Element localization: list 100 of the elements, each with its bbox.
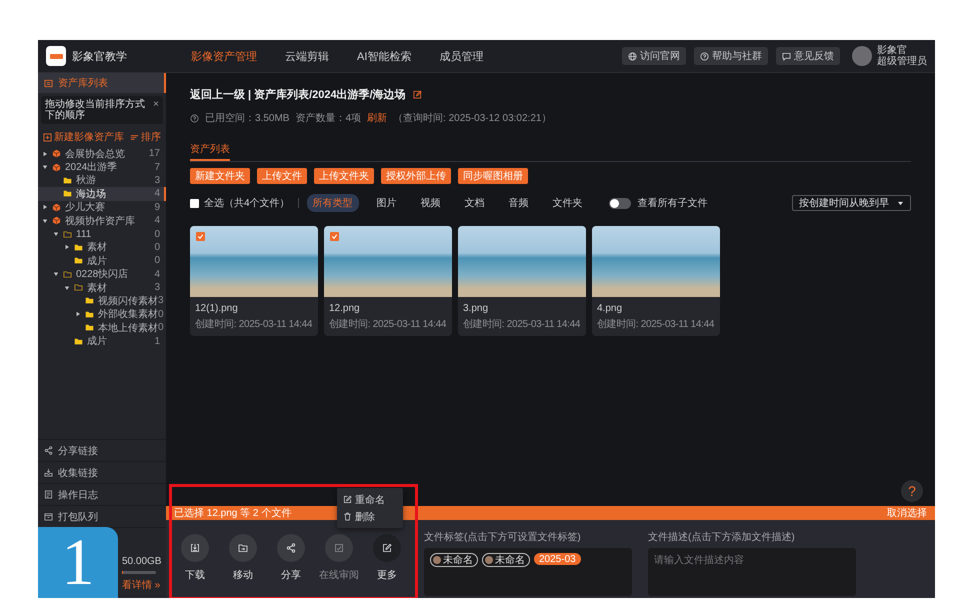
- caret-icon[interactable]: [42, 150, 48, 157]
- caret-icon[interactable]: [64, 284, 70, 291]
- caret-icon[interactable]: [42, 204, 48, 210]
- sidebar-menu-item[interactable]: 操作日志: [38, 483, 166, 505]
- help-button[interactable]: ?: [901, 480, 923, 502]
- tree-item[interactable]: 秋游 3: [38, 174, 166, 188]
- cube-icon: [52, 202, 61, 212]
- tree-item[interactable]: 海边场 4: [38, 187, 166, 201]
- download-button[interactable]: 下载: [178, 534, 212, 582]
- nav-tab[interactable]: 影像资产管理: [191, 48, 257, 64]
- used-space: 已用空间：3.50MB: [205, 112, 290, 125]
- description-title: 文件描述(点击下方添加文件描述): [648, 530, 796, 544]
- file-date: 创建时间: 2025-03-11 14:44: [195, 318, 312, 331]
- item-count: 0: [154, 255, 160, 266]
- checkbox[interactable]: [196, 232, 205, 241]
- edit-icon[interactable]: [412, 90, 422, 99]
- tree-item[interactable]: 素材 3: [38, 280, 166, 294]
- item-count: 0: [158, 322, 164, 334]
- tree-item[interactable]: 少儿大赛 9: [38, 200, 166, 214]
- nav-tab[interactable]: AI智能检索: [357, 48, 412, 64]
- refresh-link[interactable]: 刷新: [367, 111, 388, 125]
- sidebar-menu-item[interactable]: 收集链接: [38, 461, 166, 483]
- nav-tab[interactable]: 成员管理: [439, 48, 484, 64]
- item-count: 0: [158, 308, 164, 320]
- sidebar-header[interactable]: 资产库列表: [38, 73, 166, 93]
- website-button[interactable]: 访问官网: [622, 47, 686, 65]
- tree-item[interactable]: 0228快闪店 4: [38, 268, 166, 281]
- download-icon: [190, 543, 200, 553]
- checkbox[interactable]: [190, 198, 199, 208]
- sort-link[interactable]: 排序: [130, 130, 161, 144]
- type-filter[interactable]: 所有类型: [306, 194, 359, 212]
- file-card[interactable]: 12(1).png 创建时间: 2025-03-11 14:44: [190, 226, 318, 336]
- avatar: [433, 556, 441, 564]
- close-button[interactable]: ×: [153, 99, 159, 110]
- share-icon: [44, 446, 53, 455]
- tree-item[interactable]: 成片 1: [38, 334, 166, 348]
- tree-item[interactable]: 2024出游季 7: [38, 160, 166, 174]
- caret-icon[interactable]: [75, 311, 81, 318]
- box-icon: [44, 512, 53, 521]
- breadcrumb-separator: |: [248, 88, 252, 100]
- feedback-button[interactable]: 意见反馈: [776, 47, 840, 65]
- sort-dropdown[interactable]: 按创建时间从晚到早: [792, 195, 911, 211]
- tags-field[interactable]: 未命名 未命名 2025-03: [424, 548, 632, 596]
- caret-icon[interactable]: [42, 164, 48, 170]
- type-filter[interactable]: 音频: [502, 194, 535, 212]
- cube-icon: [52, 149, 61, 158]
- help-icon: [700, 52, 709, 60]
- item-count: 1: [154, 336, 160, 347]
- tree-item[interactable]: 会展协会总览 17: [38, 147, 166, 160]
- back-link[interactable]: 返回上一级: [190, 87, 245, 102]
- type-filter[interactable]: 视频: [414, 194, 447, 212]
- move-button[interactable]: 移动: [226, 534, 260, 582]
- type-filter[interactable]: 图片: [370, 194, 403, 212]
- file-card[interactable]: 3.png 创建时间: 2025-03-11 14:44: [458, 226, 586, 336]
- tooltip-text: 拖动修改当前排序方式下的顺序: [45, 99, 146, 121]
- tree-item[interactable]: 视频协作资产库 4: [38, 214, 166, 228]
- menu-item[interactable]: 重命名: [337, 491, 403, 508]
- nav-tab[interactable]: 云端剪辑: [285, 48, 329, 64]
- chat-icon: [782, 52, 791, 60]
- tree-item[interactable]: 外部收集素材0: [38, 308, 166, 322]
- type-filter[interactable]: 文件夹: [546, 194, 589, 212]
- tree-item[interactable]: 素材 0: [38, 240, 166, 254]
- file-card[interactable]: 12.png 创建时间: 2025-03-11 14:44: [324, 226, 452, 336]
- plus-icon: [43, 132, 52, 142]
- file-date: 创建时间: 2025-03-11 14:44: [597, 318, 714, 331]
- sidebar-menu-item[interactable]: 分享链接: [38, 439, 166, 461]
- list-icon: [44, 78, 53, 88]
- document-icon: [44, 490, 53, 499]
- select-all-label: 全选（共4个文件）: [204, 196, 290, 210]
- item-count: 3: [154, 174, 160, 186]
- avatar[interactable]: [852, 46, 872, 66]
- caret-icon[interactable]: [53, 271, 59, 278]
- tree-item[interactable]: 111 0: [38, 227, 166, 241]
- toggle-switch[interactable]: [608, 198, 631, 208]
- type-filter[interactable]: 文档: [458, 194, 491, 212]
- breadcrumb-path: 资产库列表/2024出游季/海边场: [254, 88, 406, 102]
- caret-icon[interactable]: [53, 231, 59, 238]
- help-button[interactable]: 帮助与社群: [694, 47, 768, 65]
- tree-item[interactable]: 本地上传素材0: [38, 321, 166, 334]
- file-card[interactable]: 4.png 创建时间: 2025-03-11 14:44: [592, 226, 720, 336]
- description-field[interactable]: 请输入文件描述内容: [648, 548, 856, 596]
- caret-icon[interactable]: [64, 244, 70, 250]
- more-button[interactable]: 更多: [370, 534, 404, 582]
- checkbox[interactable]: [330, 232, 339, 241]
- menu-item[interactable]: 删除: [337, 508, 403, 525]
- help-icon: [190, 114, 199, 122]
- file-name: 12.png: [329, 303, 361, 314]
- select-all-checkbox[interactable]: 全选（共4个文件）: [190, 196, 290, 210]
- item-count: 3: [154, 282, 160, 294]
- caret-icon[interactable]: [42, 218, 48, 224]
- person-tag[interactable]: 未命名: [482, 553, 530, 567]
- share-button[interactable]: 分享: [274, 534, 308, 582]
- person-tag[interactable]: 未命名: [430, 553, 478, 567]
- details-link[interactable]: 看详情 »: [122, 578, 158, 592]
- file-name: 4.png: [597, 303, 624, 314]
- folder-icon: [238, 543, 248, 553]
- new-library-link[interactable]: 新建影像资产库: [43, 130, 124, 144]
- tab[interactable]: 资产列表: [190, 144, 230, 161]
- tree-item[interactable]: 成片 0: [38, 254, 166, 268]
- tree-item[interactable]: 视频闪传素材3: [38, 294, 166, 308]
